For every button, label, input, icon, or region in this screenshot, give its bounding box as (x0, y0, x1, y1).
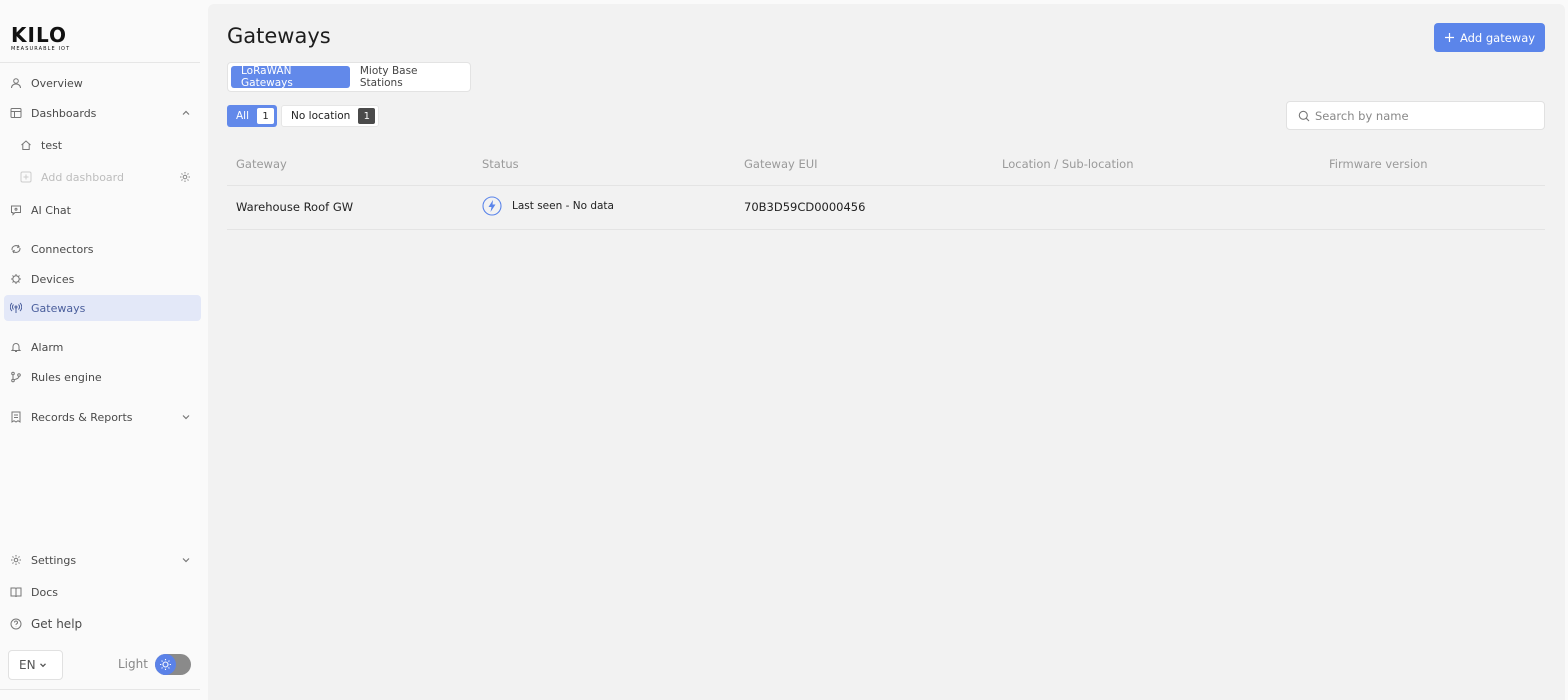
filter-label: All (236, 110, 250, 122)
sidebar-item-label: Rules engine (31, 370, 102, 384)
sidebar-item-devices[interactable]: Devices (4, 266, 201, 292)
report-icon (10, 411, 22, 423)
chat-icon (10, 204, 22, 216)
main-content: Gateways Add gateway LoRaWAN Gateways Mi… (208, 4, 1565, 700)
sidebar-item-ai-chat[interactable]: AI Chat (4, 197, 201, 223)
lightning-icon (482, 196, 502, 216)
sidebar-item-label: Alarm (31, 340, 64, 354)
search-icon (1298, 110, 1310, 121)
table-row[interactable]: Warehouse Roof GW Last seen - No data 70… (227, 186, 1545, 230)
sidebar-item-records-reports[interactable]: Records & Reports (4, 404, 201, 430)
sidebar-item-label: Dashboards (31, 106, 97, 120)
dashboard-icon (10, 107, 22, 119)
filter-label: No location (291, 110, 351, 122)
sidebar-item-docs[interactable]: Docs (4, 579, 201, 605)
sidebar-item-label: Settings (31, 553, 77, 567)
page-title: Gateways (227, 24, 331, 48)
plus-square-icon (20, 171, 32, 183)
table-header: Gateway Status Gateway EUI Location / Su… (227, 149, 1545, 186)
help-icon (10, 618, 22, 630)
filter-count-badge: 1 (358, 108, 376, 124)
column-header-gateway-eui[interactable]: Gateway EUI (744, 157, 818, 171)
add-gateway-button[interactable]: Add gateway (1434, 23, 1545, 52)
gear-icon[interactable] (179, 171, 191, 183)
theme-label: Light (118, 657, 148, 671)
gateway-type-tabs: LoRaWAN Gateways Mioty Base Stations (227, 62, 471, 92)
chevron-down-icon[interactable] (181, 412, 191, 422)
sidebar-divider (0, 689, 200, 690)
sidebar-item-dashboards[interactable]: Dashboards (4, 100, 201, 126)
search-input[interactable]: Search by name (1286, 101, 1545, 130)
kilo-logo[interactable]: KILO MEASURABLE IOT (11, 25, 70, 52)
chevron-down-icon (39, 663, 46, 668)
home-icon (20, 139, 32, 151)
sidebar-item-label: Records & Reports (31, 410, 133, 424)
status-text: Last seen - No data (512, 200, 614, 212)
gear-icon (10, 554, 22, 566)
sidebar-item-overview[interactable]: Overview (4, 70, 201, 96)
sidebar-item-test[interactable]: test (14, 132, 201, 158)
sidebar-item-label: Docs (31, 585, 58, 599)
language-value: EN (19, 658, 36, 672)
logo-wordmark: KILO (11, 23, 67, 47)
language-select[interactable]: EN (8, 650, 63, 680)
add-gateway-label: Add gateway (1459, 30, 1536, 45)
column-header-gateway[interactable]: Gateway (236, 157, 287, 171)
antenna-icon (10, 302, 22, 314)
filter-no-location[interactable]: No location 1 (281, 105, 380, 127)
sidebar-divider (0, 62, 200, 63)
sidebar-item-settings[interactable]: Settings (4, 547, 201, 573)
branch-icon (10, 371, 22, 383)
sidebar-item-label: Add dashboard (41, 170, 124, 184)
chevron-down-icon[interactable] (181, 555, 191, 565)
sidebar-item-label: Devices (31, 272, 75, 286)
sidebar-item-label: Overview (31, 76, 83, 90)
sidebar-item-label: AI Chat (31, 203, 71, 217)
sidebar-item-rules-engine[interactable]: Rules engine (4, 364, 201, 390)
logo-tagline: MEASURABLE IOT (11, 46, 71, 52)
sidebar-item-label: Gateways (31, 301, 86, 315)
user-icon (10, 77, 22, 89)
sidebar-item-gateways[interactable]: Gateways (4, 295, 201, 321)
sidebar-item-connectors[interactable]: Connectors (4, 236, 201, 262)
tab-mioty-base-stations[interactable]: Mioty Base Stations (350, 65, 467, 89)
status-cell: Last seen - No data (482, 196, 614, 216)
search-placeholder: Search by name (1315, 108, 1409, 123)
bell-icon (10, 341, 22, 353)
chevron-up-icon[interactable] (181, 108, 191, 118)
sidebar-item-get-help[interactable]: Get help (4, 611, 201, 637)
tab-lorawan-gateways[interactable]: LoRaWAN Gateways (231, 65, 350, 89)
filter-count-badge: 1 (257, 108, 275, 124)
chip-icon (10, 273, 22, 285)
sidebar-item-label: Get help (31, 617, 83, 631)
column-header-status[interactable]: Status (482, 157, 519, 171)
sidebar: KILO MEASURABLE IOT Overview Dashboards … (0, 0, 207, 700)
column-header-firmware[interactable]: Firmware version (1329, 157, 1427, 171)
column-header-location[interactable]: Location / Sub-location (1002, 157, 1134, 171)
sidebar-item-alarm[interactable]: Alarm (4, 334, 201, 360)
gateway-eui: 70B3D59CD0000456 (744, 200, 866, 214)
connector-icon (10, 243, 22, 255)
plus-icon (1444, 33, 1454, 42)
location-filters: All 1 No location 1 (227, 105, 383, 127)
sun-icon (155, 654, 176, 675)
sidebar-item-label: Connectors (31, 242, 94, 256)
filter-all[interactable]: All 1 (227, 105, 278, 127)
book-icon (10, 586, 22, 598)
sidebar-item-add-dashboard[interactable]: Add dashboard (14, 164, 201, 190)
gateway-name[interactable]: Warehouse Roof GW (236, 200, 353, 214)
theme-toggle[interactable] (155, 654, 191, 675)
sidebar-item-label: test (41, 138, 63, 152)
